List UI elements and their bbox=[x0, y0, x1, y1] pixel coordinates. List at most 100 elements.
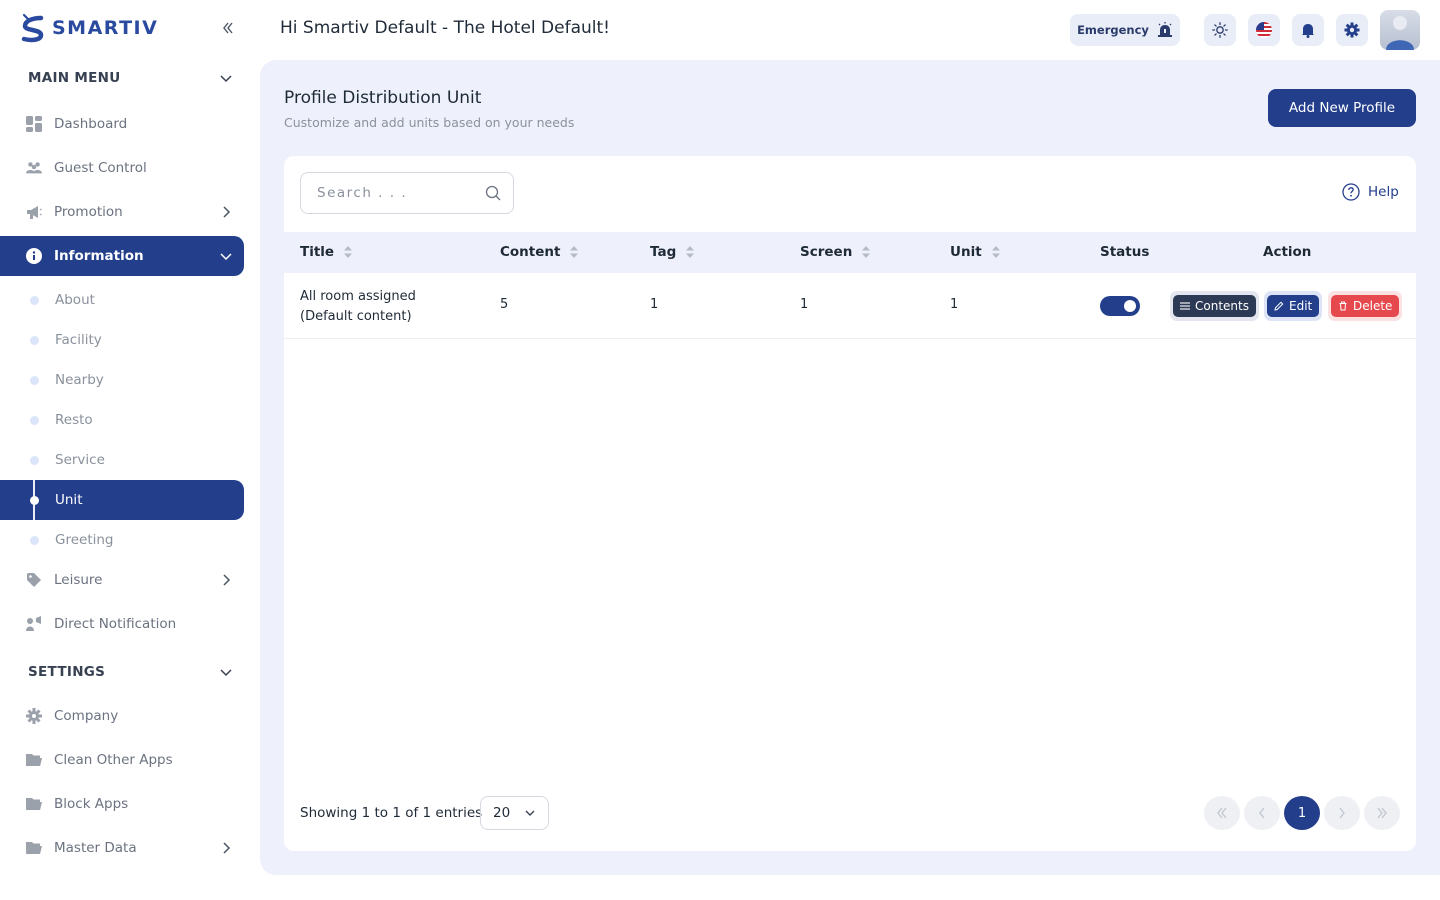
chevron-down-icon bbox=[220, 75, 232, 83]
settings-section[interactable]: SETTINGS bbox=[0, 652, 260, 692]
toggle-knob bbox=[1124, 300, 1136, 312]
last-page-button[interactable] bbox=[1364, 796, 1400, 830]
settings-label: SETTINGS bbox=[28, 664, 106, 680]
bullet-dot bbox=[30, 336, 39, 345]
sidebar-item-direct-notification[interactable]: Direct Notification bbox=[0, 604, 244, 644]
us-flag-icon bbox=[1256, 22, 1272, 38]
help-icon bbox=[1342, 183, 1360, 201]
sidebar-item-dashboard[interactable]: Dashboard bbox=[0, 104, 244, 144]
sidebar-item-company[interactable]: Company bbox=[0, 696, 244, 736]
emergency-button[interactable]: Emergency bbox=[1070, 14, 1180, 46]
folder-icon bbox=[26, 752, 42, 768]
column-header-content[interactable]: Content bbox=[500, 244, 579, 260]
chevron-down-icon bbox=[220, 669, 232, 677]
column-label: Action bbox=[1263, 244, 1312, 260]
bullet-dot bbox=[30, 376, 39, 385]
sidebar-item-label: Master Data bbox=[54, 840, 137, 856]
sidebar-item-label: Leisure bbox=[54, 572, 103, 588]
main-menu-section[interactable]: MAIN MENU bbox=[0, 58, 260, 98]
column-label: Content bbox=[500, 244, 561, 260]
page-size-select[interactable]: 20 bbox=[480, 796, 549, 830]
chevron-right-icon bbox=[223, 574, 231, 586]
sidebar-item-promotion[interactable]: Promotion bbox=[0, 192, 244, 232]
search-input[interactable] bbox=[317, 185, 477, 201]
sidebar-item-label: Block Apps bbox=[54, 796, 129, 812]
edit-button[interactable]: Edit bbox=[1264, 291, 1323, 321]
brand-logo[interactable]: SMARTIV bbox=[20, 12, 158, 44]
main-menu-label: MAIN MENU bbox=[28, 70, 121, 86]
search-box[interactable] bbox=[300, 172, 514, 214]
column-header-screen[interactable]: Screen bbox=[800, 244, 871, 260]
first-page-button[interactable] bbox=[1204, 796, 1240, 830]
table-header: Title Content Tag Screen Unit Status Act… bbox=[284, 232, 1416, 273]
entries-info: Showing 1 to 1 of 1 entries bbox=[300, 805, 483, 821]
contents-button[interactable]: Contents bbox=[1170, 291, 1259, 321]
column-header-status: Status bbox=[1100, 244, 1149, 260]
sidebar-subitem-greeting[interactable]: Greeting bbox=[0, 520, 244, 560]
sidebar-subitem-about[interactable]: About bbox=[0, 280, 244, 320]
user-avatar-icon bbox=[1386, 16, 1414, 50]
sidebar-item-information[interactable]: Information bbox=[0, 236, 244, 276]
sidebar-item-label: Information bbox=[54, 248, 144, 264]
gear-icon bbox=[1344, 22, 1360, 38]
sidebar-item-label: Direct Notification bbox=[54, 616, 177, 632]
add-new-profile-button[interactable]: Add New Profile bbox=[1268, 89, 1416, 127]
edit-button-inner: Edit bbox=[1267, 295, 1320, 317]
edit-label: Edit bbox=[1289, 299, 1313, 313]
sidebar-subitem-nearby[interactable]: Nearby bbox=[0, 360, 244, 400]
bullet-dot bbox=[30, 536, 39, 545]
subitem-label: Facility bbox=[55, 332, 102, 348]
page-button-current[interactable]: 1 bbox=[1284, 796, 1320, 830]
table-card: Help Title Content Tag Screen Unit bbox=[284, 156, 1416, 851]
delete-button[interactable]: Delete bbox=[1328, 291, 1403, 321]
collapse-sidebar-button[interactable] bbox=[216, 16, 240, 40]
sidebar-subitem-resto[interactable]: Resto bbox=[0, 400, 244, 440]
chevron-down-icon bbox=[525, 810, 535, 816]
chevron-down-icon bbox=[220, 253, 232, 261]
sidebar-item-block-apps[interactable]: Block Apps bbox=[0, 784, 244, 824]
settings-button[interactable] bbox=[1336, 14, 1368, 46]
cell-title: All room assigned (Default content) bbox=[300, 287, 416, 327]
user-avatar[interactable] bbox=[1380, 10, 1420, 50]
notifications-button[interactable] bbox=[1292, 14, 1324, 46]
sidebar-item-master-data[interactable]: Master Data bbox=[0, 828, 244, 868]
sidebar-item-label: Guest Control bbox=[54, 160, 147, 176]
sort-icon bbox=[570, 246, 579, 258]
contents-label: Contents bbox=[1195, 299, 1249, 313]
trash-icon bbox=[1339, 301, 1347, 311]
chevron-right-icon bbox=[223, 206, 231, 218]
column-label: Status bbox=[1100, 244, 1150, 260]
column-header-unit[interactable]: Unit bbox=[950, 244, 1000, 260]
sort-icon bbox=[686, 246, 695, 258]
sidebar-item-leisure[interactable]: Leisure bbox=[0, 560, 244, 600]
sidebar-item-label: Clean Other Apps bbox=[54, 752, 173, 768]
next-page-button[interactable] bbox=[1324, 796, 1360, 830]
dashboard-icon bbox=[26, 116, 42, 132]
theme-toggle-button[interactable] bbox=[1204, 14, 1236, 46]
sort-icon bbox=[344, 246, 353, 258]
subitem-label: About bbox=[55, 292, 95, 308]
sidebar-subitem-facility[interactable]: Facility bbox=[0, 320, 244, 360]
sidebar-item-guest-control[interactable]: Guest Control bbox=[0, 148, 244, 188]
cell-unit: 1 bbox=[950, 297, 959, 312]
help-link[interactable]: Help bbox=[1342, 183, 1399, 201]
language-button[interactable] bbox=[1248, 14, 1280, 46]
title-line: All room assigned bbox=[300, 289, 416, 304]
column-label: Title bbox=[300, 244, 335, 260]
chevron-left-icon bbox=[1259, 807, 1265, 819]
page-subtitle: Customize and add units based on your ne… bbox=[284, 115, 575, 130]
double-chevron-left-icon bbox=[223, 22, 233, 34]
column-header-tag[interactable]: Tag bbox=[650, 244, 695, 260]
column-header-title[interactable]: Title bbox=[300, 244, 353, 260]
previous-page-button[interactable] bbox=[1244, 796, 1280, 830]
guests-icon bbox=[26, 160, 42, 176]
sidebar-subitem-unit[interactable]: Unit bbox=[0, 480, 244, 520]
active-indicator-line bbox=[33, 480, 35, 520]
search-icon[interactable] bbox=[485, 185, 501, 201]
subitem-label: Nearby bbox=[55, 372, 104, 388]
sidebar-subitem-service[interactable]: Service bbox=[0, 440, 244, 480]
tag-icon bbox=[26, 572, 42, 588]
sidebar-item-clean-other-apps[interactable]: Clean Other Apps bbox=[0, 740, 244, 780]
chevron-right-icon bbox=[223, 842, 231, 854]
status-toggle[interactable] bbox=[1100, 296, 1140, 316]
